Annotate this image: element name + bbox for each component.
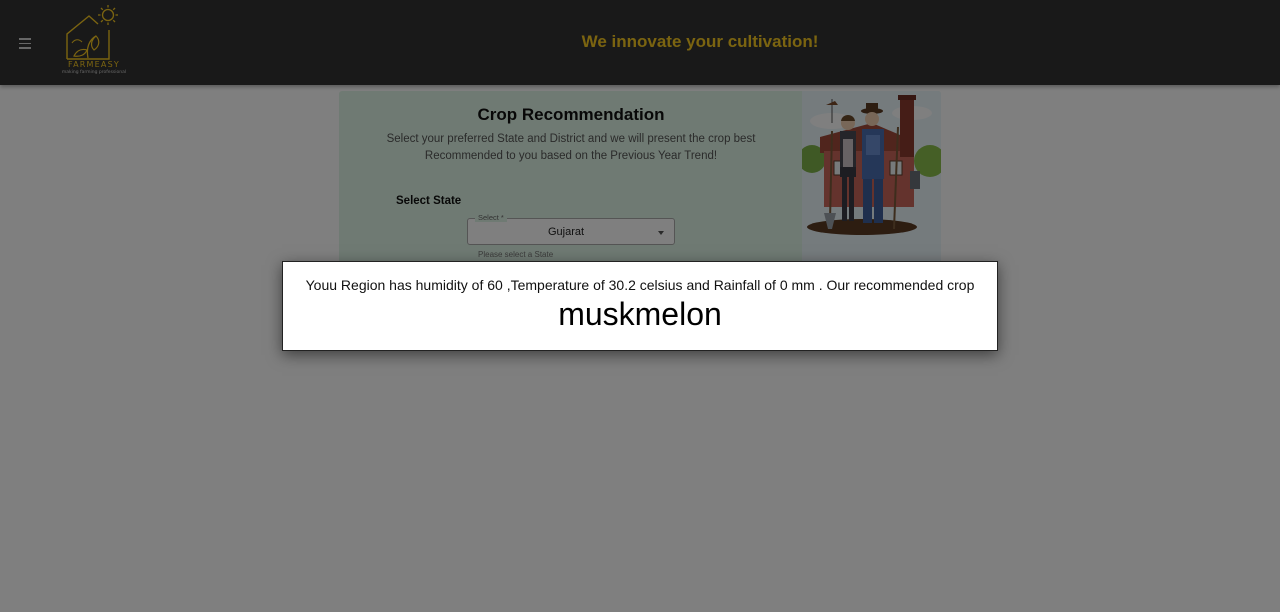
recommendation-message: Youu Region has humidity of 60 ,Temperat…: [305, 277, 975, 293]
recommended-crop: muskmelon: [558, 296, 722, 332]
recommendation-dialog: Youu Region has humidity of 60 ,Temperat…: [282, 261, 998, 351]
